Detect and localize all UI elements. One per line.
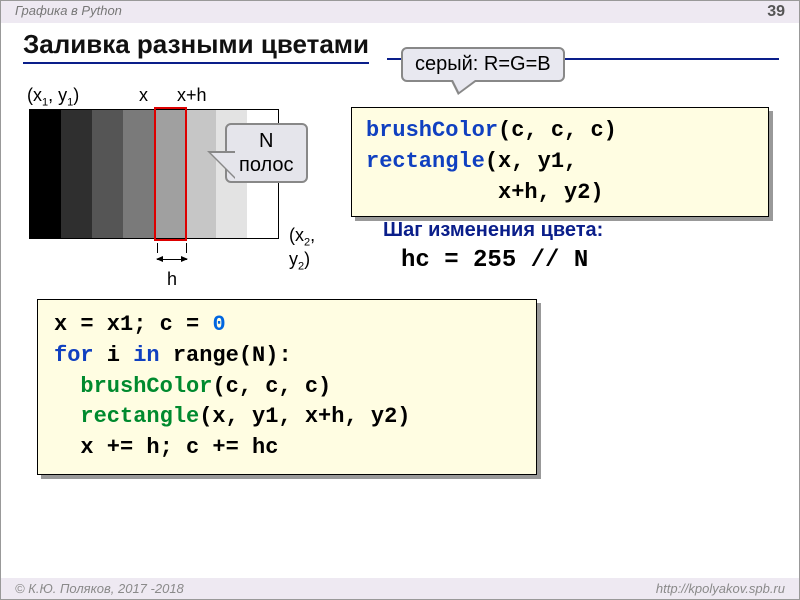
footer-url: http://kpolyakov.spb.ru [656, 581, 785, 596]
slide-title: Заливка разными цветами [23, 29, 369, 64]
page-number: 39 [767, 3, 785, 21]
callout-n-line1: N [259, 130, 273, 152]
label-x2y2: (x2, y2) [289, 225, 315, 272]
callout-n-strips: N полос [225, 123, 308, 183]
label-x1y1: (x1, y1) [27, 85, 79, 109]
footer-bar: © К.Ю. Поляков, 2017 -2018 http://kpolya… [1, 578, 799, 599]
label-h: h [167, 269, 177, 290]
header-left: Графика в Python [15, 3, 122, 21]
callout-n-line2: полос [239, 154, 294, 176]
step-label: Шаг изменения цвета: [383, 219, 603, 242]
hc-formula: hc = 255 // N [401, 247, 588, 274]
label-x: x [139, 85, 148, 106]
callout-gray-rgb: серый: R=G=B [401, 47, 565, 82]
code-snippet-loop: x = x1; c = 0 for i in range(N): brushCo… [37, 299, 537, 475]
header-bar: Графика в Python 39 [1, 1, 799, 23]
code-snippet-draw: brushColor(c, c, c) rectangle(x, y1, x+h… [351, 107, 769, 217]
label-xh: x+h [177, 85, 207, 106]
footer-copyright: © К.Ю. Поляков, 2017 -2018 [15, 581, 184, 596]
callout-gray-text: серый: R=G=B [415, 53, 551, 75]
